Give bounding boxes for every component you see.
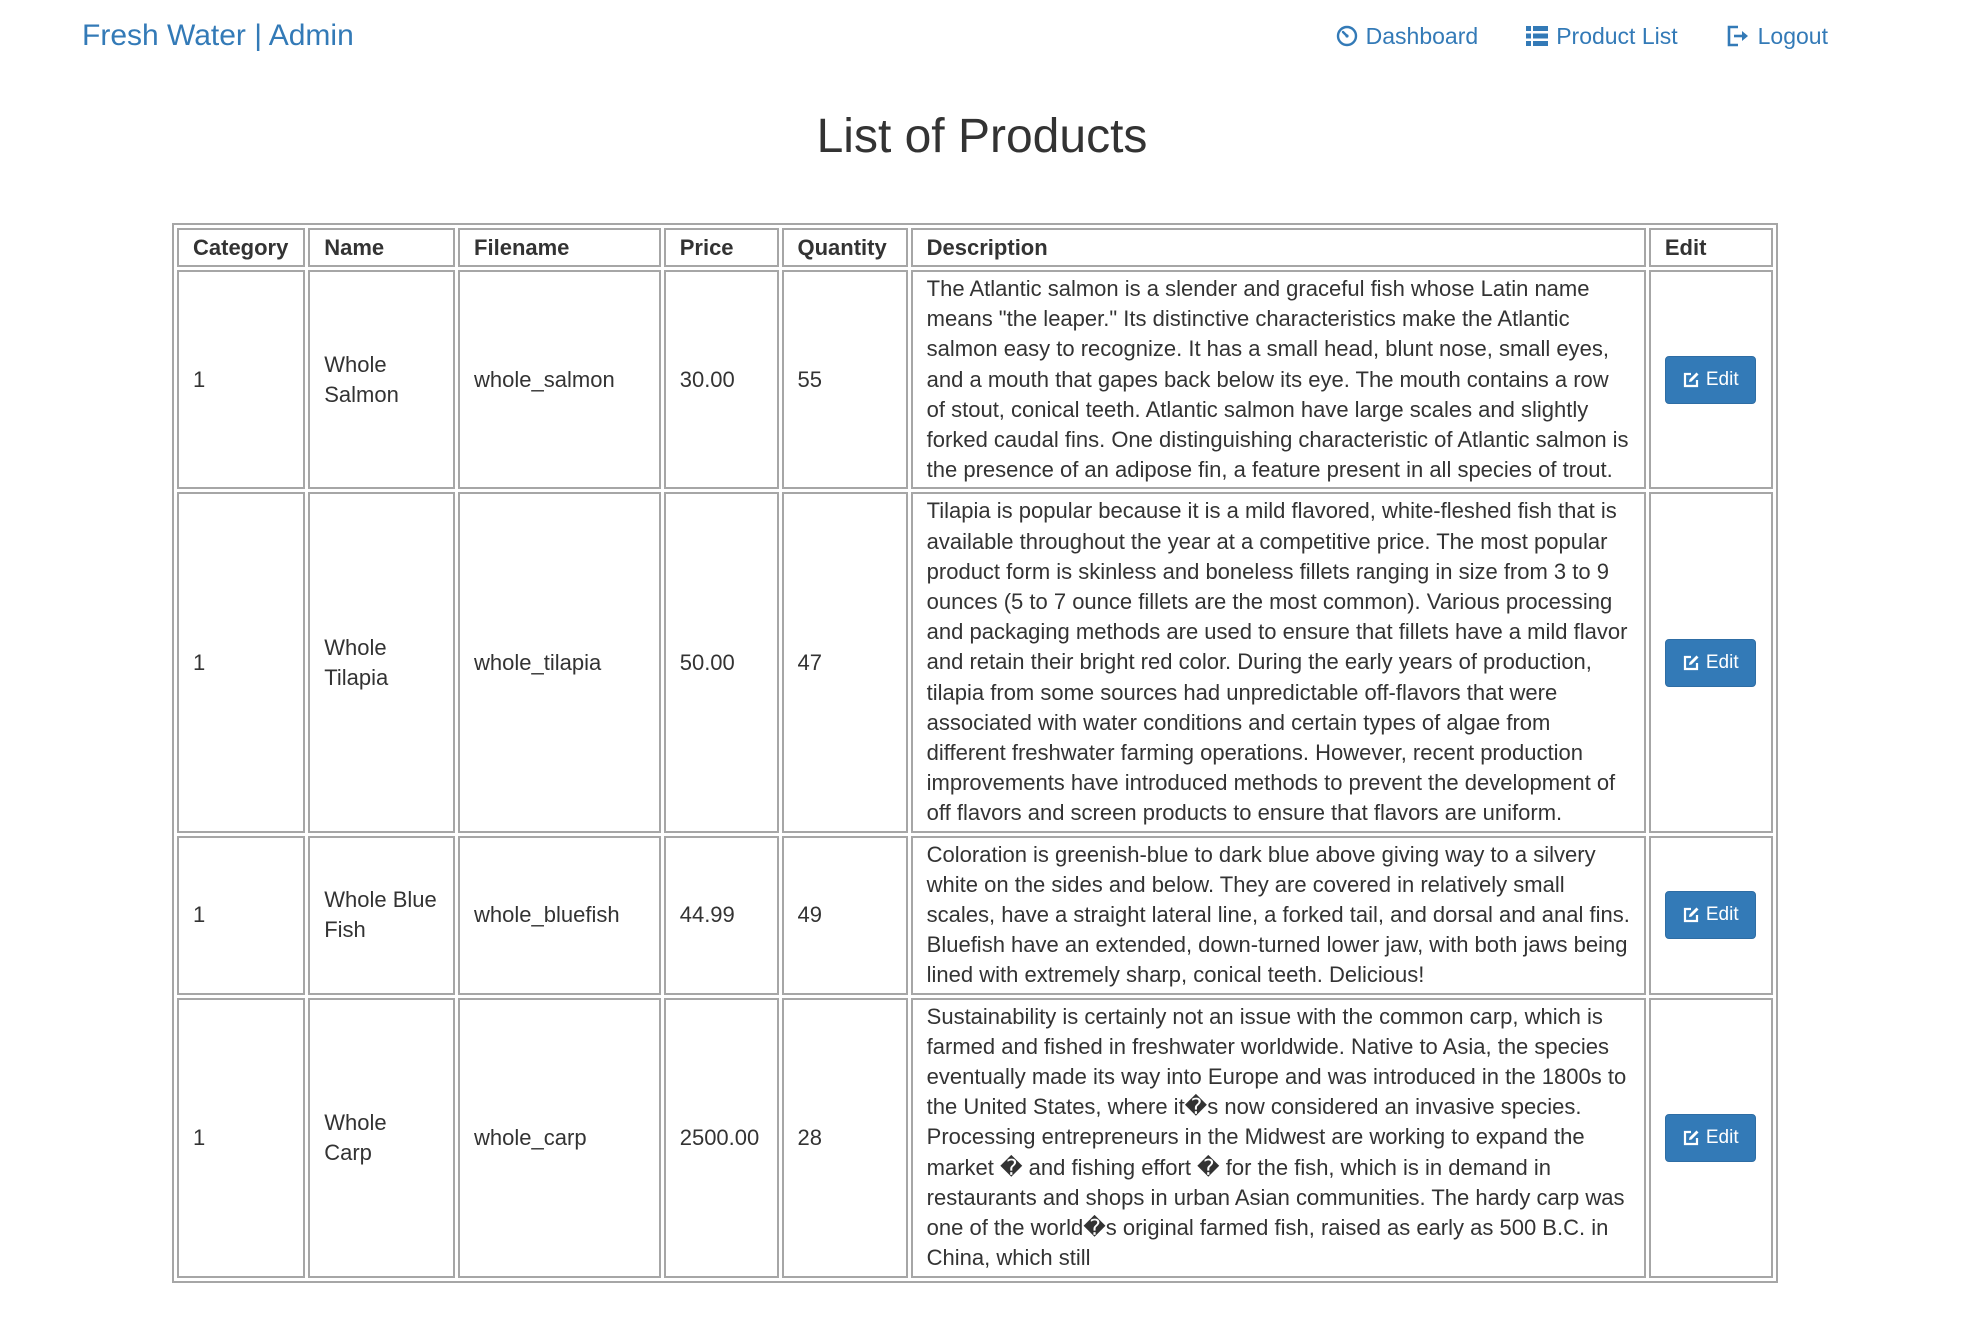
cell-price: 50.00 [663, 492, 779, 833]
cell-name: Whole Blue Fish [308, 835, 456, 995]
cell-edit: Edit [1648, 270, 1773, 490]
header-category: Category [177, 228, 306, 267]
table-header-row: Category Name Filename Price Quantity De… [177, 228, 1773, 267]
table-row: 1 Whole Blue Fish whole_bluefish 44.99 4… [177, 835, 1773, 995]
header-quantity: Quantity [781, 228, 908, 267]
cell-filename: whole_bluefish [458, 835, 661, 995]
cell-category: 1 [177, 835, 306, 995]
edit-button-label: Edit [1705, 368, 1739, 390]
edit-icon [1682, 654, 1700, 672]
cell-description: Sustainability is certainly not an issue… [910, 997, 1646, 1278]
dashboard-icon [1336, 25, 1358, 47]
cell-name: Whole Carp [308, 997, 456, 1278]
cell-description: The Atlantic salmon is a slender and gra… [910, 270, 1646, 490]
header-edit: Edit [1648, 228, 1773, 267]
cell-price: 2500.00 [663, 997, 779, 1278]
cell-name: Whole Tilapia [308, 492, 456, 833]
edit-button[interactable]: Edit [1664, 1113, 1756, 1162]
products-table-wrapper: Category Name Filename Price Quantity De… [172, 223, 1778, 1283]
table-row: 1 Whole Salmon whole_salmon 30.00 55 The… [177, 270, 1773, 490]
cell-filename: whole_tilapia [458, 492, 661, 833]
cell-quantity: 55 [781, 270, 908, 490]
edit-button-label: Edit [1705, 651, 1739, 673]
table-row: 1 Whole Carp whole_carp 2500.00 28 Susta… [177, 997, 1773, 1278]
cell-quantity: 47 [781, 492, 908, 833]
cell-name: Whole Salmon [308, 270, 456, 490]
nav-logout-link[interactable]: Logout [1726, 20, 1828, 52]
nav-links: Dashboard Product List Logout [1336, 20, 1828, 52]
header-price: Price [663, 228, 779, 267]
edit-button[interactable]: Edit [1664, 638, 1756, 687]
cell-quantity: 28 [781, 997, 908, 1278]
brand-link[interactable]: Fresh Water | Admin [82, 17, 354, 55]
cell-price: 44.99 [663, 835, 779, 995]
cell-filename: whole_carp [458, 997, 661, 1278]
cell-edit: Edit [1648, 997, 1773, 1278]
cell-category: 1 [177, 270, 306, 490]
nav-product-list-link[interactable]: Product List [1526, 20, 1678, 52]
nav-logout-label: Logout [1757, 23, 1828, 49]
header-description: Description [910, 228, 1646, 267]
header-filename: Filename [458, 228, 661, 267]
cell-edit: Edit [1648, 835, 1773, 995]
nav-product-list-label: Product List [1556, 23, 1678, 49]
cell-quantity: 49 [781, 835, 908, 995]
edit-button[interactable]: Edit [1664, 891, 1756, 940]
products-table: Category Name Filename Price Quantity De… [172, 223, 1778, 1283]
cell-category: 1 [177, 997, 306, 1278]
table-row: 1 Whole Tilapia whole_tilapia 50.00 47 T… [177, 492, 1773, 833]
logout-icon [1726, 25, 1750, 47]
page-title: List of Products [816, 110, 1148, 163]
edit-icon [1682, 371, 1700, 389]
cell-description: Coloration is greenish-blue to dark blue… [910, 835, 1646, 995]
cell-filename: whole_salmon [458, 270, 661, 490]
edit-button-label: Edit [1705, 1126, 1739, 1148]
edit-button[interactable]: Edit [1664, 355, 1756, 404]
header-name: Name [308, 228, 456, 267]
edit-icon [1682, 906, 1700, 924]
nav-dashboard-label: Dashboard [1365, 23, 1479, 49]
list-icon [1526, 26, 1549, 46]
cell-edit: Edit [1648, 492, 1773, 833]
cell-price: 30.00 [663, 270, 779, 490]
edit-icon [1682, 1129, 1700, 1147]
navbar: Fresh Water | Admin Dashboard Product Li… [0, 0, 1988, 72]
cell-category: 1 [177, 492, 306, 833]
cell-description: Tilapia is popular because it is a mild … [910, 492, 1646, 833]
nav-dashboard-link[interactable]: Dashboard [1336, 20, 1479, 52]
edit-button-label: Edit [1705, 904, 1739, 926]
